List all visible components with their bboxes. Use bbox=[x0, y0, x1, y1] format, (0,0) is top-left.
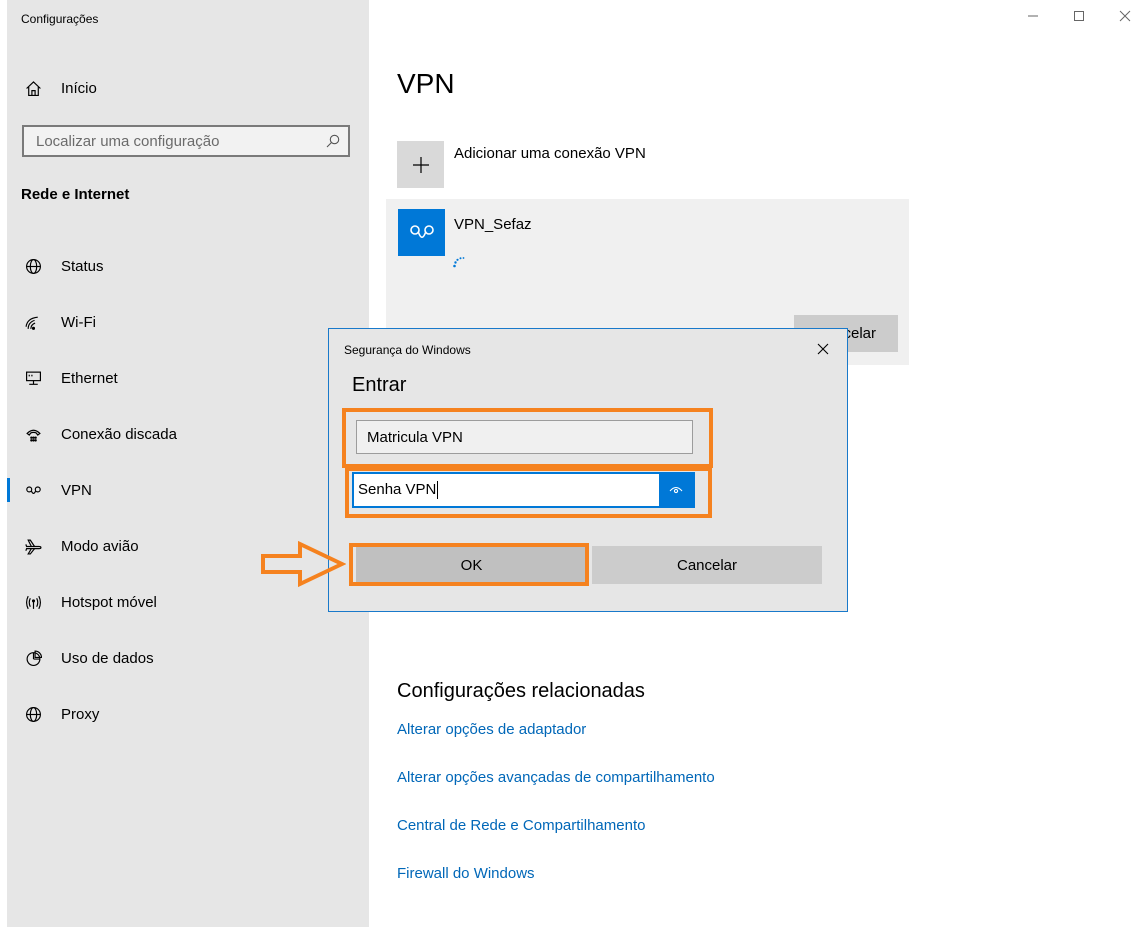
app-title: Configurações bbox=[21, 12, 99, 26]
window-controls bbox=[1010, 0, 1148, 36]
globe-icon bbox=[21, 702, 45, 726]
search-input[interactable]: Localizar uma configuração bbox=[22, 125, 350, 157]
sidebar-nav: Status Wi-Fi Ethernet Conexão discada VP… bbox=[7, 238, 369, 742]
sidebar-item-vpn[interactable]: VPN bbox=[7, 462, 369, 518]
related-settings-links: Alterar opções de adaptador Alterar opçõ… bbox=[397, 718, 715, 910]
wifi-icon bbox=[21, 310, 45, 334]
search-placeholder: Localizar uma configuração bbox=[36, 132, 220, 150]
sidebar-item-ethernet[interactable]: Ethernet bbox=[7, 350, 369, 406]
vpn-connection-name: VPN_Sefaz bbox=[454, 216, 532, 233]
sidebar-item-label: VPN bbox=[61, 481, 92, 499]
home-label: Início bbox=[61, 79, 97, 97]
sidebar-item-label: Hotspot móvel bbox=[61, 593, 157, 611]
minimize-icon bbox=[1027, 9, 1039, 27]
sidebar-item-wifi[interactable]: Wi-Fi bbox=[7, 294, 369, 350]
vpn-connection-icon bbox=[398, 209, 445, 256]
dialog-heading: Entrar bbox=[352, 374, 407, 396]
sidebar: Configurações Início Localizar uma confi… bbox=[7, 0, 369, 927]
sidebar-item-label: Uso de dados bbox=[61, 649, 154, 667]
sidebar-item-label: Status bbox=[61, 257, 104, 275]
loading-spinner-icon bbox=[452, 254, 468, 270]
sidebar-item-label: Modo avião bbox=[61, 537, 139, 555]
sign-in-dialog: Segurança do Windows Entrar Matricula VP… bbox=[328, 328, 848, 612]
page-title: VPN bbox=[397, 68, 455, 99]
maximize-button[interactable] bbox=[1056, 0, 1102, 36]
close-icon bbox=[1119, 9, 1131, 27]
section-title: Rede e Internet bbox=[21, 186, 130, 203]
vpn-icon bbox=[21, 478, 45, 502]
add-vpn-button[interactable]: Adicionar uma conexão VPN bbox=[397, 141, 646, 188]
sidebar-item-dialup[interactable]: Conexão discada bbox=[7, 406, 369, 462]
sidebar-item-label: Proxy bbox=[61, 705, 100, 723]
close-icon bbox=[817, 342, 829, 360]
home-nav-item[interactable]: Início bbox=[21, 74, 97, 102]
link-windows-firewall[interactable]: Firewall do Windows bbox=[397, 862, 715, 886]
password-text: Senha VPN bbox=[354, 480, 659, 500]
related-settings-title: Configurações relacionadas bbox=[397, 680, 645, 702]
password-field[interactable]: Senha VPN bbox=[352, 472, 695, 508]
minimize-button[interactable] bbox=[1010, 0, 1056, 36]
plus-icon bbox=[397, 141, 444, 188]
link-advanced-sharing[interactable]: Alterar opções avançadas de compartilham… bbox=[397, 766, 715, 790]
home-icon bbox=[21, 76, 45, 100]
search-icon[interactable] bbox=[326, 134, 340, 148]
annotation-arrow-icon bbox=[261, 540, 346, 588]
maximize-icon bbox=[1073, 9, 1085, 27]
username-value: Matricula VPN bbox=[367, 428, 463, 446]
password-value: Senha VPN bbox=[358, 480, 437, 498]
hotspot-icon bbox=[21, 590, 45, 614]
globe-icon bbox=[21, 254, 45, 278]
dialog-caption: Segurança do Windows bbox=[344, 343, 471, 357]
dialog-close-button[interactable] bbox=[809, 337, 837, 365]
airplane-icon bbox=[21, 534, 45, 558]
sidebar-item-label: Conexão discada bbox=[61, 425, 177, 443]
sidebar-item-label: Ethernet bbox=[61, 369, 118, 387]
reveal-password-button[interactable] bbox=[659, 474, 693, 506]
ok-button[interactable]: OK bbox=[356, 546, 587, 584]
add-vpn-label: Adicionar uma conexão VPN bbox=[454, 145, 646, 162]
sidebar-item-proxy[interactable]: Proxy bbox=[7, 686, 369, 742]
cancel-button[interactable]: Cancelar bbox=[592, 546, 822, 584]
sidebar-item-label: Wi-Fi bbox=[61, 313, 96, 331]
data-usage-icon bbox=[21, 646, 45, 670]
link-network-center[interactable]: Central de Rede e Compartilhamento bbox=[397, 814, 715, 838]
ethernet-icon bbox=[21, 366, 45, 390]
text-caret bbox=[437, 481, 439, 500]
sidebar-item-status[interactable]: Status bbox=[7, 238, 369, 294]
username-field[interactable]: Matricula VPN bbox=[356, 420, 693, 454]
dialup-icon bbox=[21, 422, 45, 446]
eye-icon bbox=[669, 482, 683, 499]
close-window-button[interactable] bbox=[1102, 0, 1148, 36]
sidebar-item-data-usage[interactable]: Uso de dados bbox=[7, 630, 369, 686]
link-adapter-options[interactable]: Alterar opções de adaptador bbox=[397, 718, 715, 742]
